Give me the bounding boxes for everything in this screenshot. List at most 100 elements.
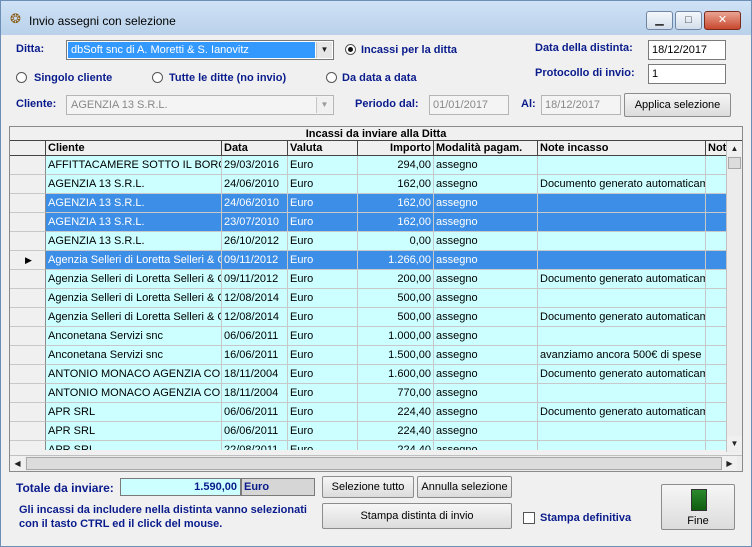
row-indicator[interactable] — [10, 384, 46, 403]
table-row[interactable]: AGENZIA 13 S.R.L. 24/06/2010 Euro 162,00 ass… — [10, 194, 728, 213]
cell-importo[interactable]: 224,40 — [358, 441, 434, 450]
cell-valuta[interactable]: Euro — [288, 156, 358, 175]
scroll-right-icon[interactable]: ▶ — [722, 456, 737, 471]
cell-note[interactable] — [538, 251, 706, 270]
fine-button[interactable]: Fine — [661, 484, 735, 530]
cell-modalita[interactable]: assegno — [434, 422, 538, 441]
periodo-al-field[interactable]: 18/12/2017 — [541, 95, 621, 115]
cell-modalita[interactable]: assegno — [434, 175, 538, 194]
cell-importo[interactable]: 162,00 — [358, 213, 434, 232]
cell-note[interactable] — [538, 289, 706, 308]
cell-modalita[interactable]: assegno — [434, 194, 538, 213]
cell-cliente[interactable]: ANTONIO MONACO AGENZIA COMM — [46, 384, 222, 403]
header-data[interactable]: Data — [222, 141, 288, 156]
cell-importo[interactable]: 162,00 — [358, 194, 434, 213]
cell-note2[interactable] — [706, 384, 728, 403]
cell-data[interactable]: 18/11/2004 — [222, 384, 288, 403]
row-indicator[interactable] — [10, 308, 46, 327]
vertical-scrollbar[interactable]: ▲ ▼ — [726, 141, 742, 452]
cell-cliente[interactable]: ANTONIO MONACO AGENZIA COMM — [46, 365, 222, 384]
row-indicator[interactable] — [10, 327, 46, 346]
table-row[interactable]: ANTONIO MONACO AGENZIA COMM 18/11/2004 Eur… — [10, 365, 728, 384]
row-indicator[interactable] — [10, 289, 46, 308]
cell-valuta[interactable]: Euro — [288, 327, 358, 346]
table-row[interactable]: Agenzia Selleri di Loretta Selleri & C. 1… — [10, 289, 728, 308]
maximize-button[interactable]: □ — [675, 11, 702, 30]
cell-note2[interactable] — [706, 403, 728, 422]
cell-importo[interactable]: 500,00 — [358, 308, 434, 327]
cell-cliente[interactable]: Agenzia Selleri di Loretta Selleri & C. — [46, 308, 222, 327]
cell-note[interactable] — [538, 327, 706, 346]
cell-valuta[interactable]: Euro — [288, 251, 358, 270]
header-note[interactable]: Note incasso — [538, 141, 706, 156]
row-indicator[interactable] — [10, 422, 46, 441]
radio-incassi-ditta-label[interactable]: Incassi per la ditta — [361, 44, 457, 56]
cell-importo[interactable]: 1.266,00 — [358, 251, 434, 270]
cell-importo[interactable]: 1.500,00 — [358, 346, 434, 365]
cell-modalita[interactable]: assegno — [434, 156, 538, 175]
cell-note2[interactable] — [706, 327, 728, 346]
table-row[interactable]: Anconetana Servizi snc 06/06/2011 Euro 1.00… — [10, 327, 728, 346]
header-note2[interactable]: Not — [706, 141, 728, 156]
stampa-definitiva-label[interactable]: Stampa definitiva — [540, 512, 631, 524]
cell-valuta[interactable]: Euro — [288, 422, 358, 441]
table-row[interactable]: Agenzia Selleri di Loretta Selleri & C. 0… — [10, 270, 728, 289]
scroll-left-icon[interactable]: ◀ — [10, 456, 25, 471]
cell-valuta[interactable]: Euro — [288, 194, 358, 213]
ditta-combo[interactable]: dbSoft snc di A. Moretti & S. Ianovitz ▼ — [66, 40, 334, 60]
cell-note[interactable] — [538, 213, 706, 232]
header-modalita[interactable]: Modalità pagam. — [434, 141, 538, 156]
cell-cliente[interactable]: APR SRL — [46, 422, 222, 441]
cell-data[interactable]: 09/11/2012 — [222, 251, 288, 270]
cell-modalita[interactable]: assegno — [434, 251, 538, 270]
table-row[interactable]: ANTONIO MONACO AGENZIA COMM 18/11/2004 Eur… — [10, 384, 728, 403]
cell-note[interactable] — [538, 156, 706, 175]
header-importo[interactable]: Importo — [358, 141, 434, 156]
cell-data[interactable]: 24/06/2010 — [222, 194, 288, 213]
cell-data[interactable]: 26/10/2012 — [222, 232, 288, 251]
radio-singolo-cliente-label[interactable]: Singolo cliente — [34, 72, 112, 84]
cell-note2[interactable] — [706, 156, 728, 175]
cell-importo[interactable]: 224,40 — [358, 422, 434, 441]
cell-valuta[interactable]: Euro — [288, 441, 358, 450]
cliente-combo[interactable]: AGENZIA 13 S.R.L. ▼ — [66, 95, 334, 115]
chevron-down-icon[interactable]: ▼ — [316, 42, 332, 58]
cell-data[interactable]: 22/08/2011 — [222, 441, 288, 450]
cell-importo[interactable]: 500,00 — [358, 289, 434, 308]
cell-note[interactable]: Documento generato automaticamente — [538, 365, 706, 384]
cell-valuta[interactable]: Euro — [288, 384, 358, 403]
row-indicator[interactable] — [10, 346, 46, 365]
scroll-down-icon[interactable]: ▼ — [727, 436, 742, 451]
radio-tutte-ditte[interactable] — [152, 72, 163, 83]
cell-note2[interactable] — [706, 175, 728, 194]
cell-modalita[interactable]: assegno — [434, 346, 538, 365]
cell-data[interactable]: 06/06/2011 — [222, 403, 288, 422]
cell-modalita[interactable]: assegno — [434, 327, 538, 346]
radio-tutte-ditte-label[interactable]: Tutte le ditte (no invio) — [169, 72, 286, 84]
cell-importo[interactable]: 200,00 — [358, 270, 434, 289]
cell-modalita[interactable]: assegno — [434, 365, 538, 384]
cell-note[interactable] — [538, 194, 706, 213]
cell-note[interactable]: Documento generato automaticamente — [538, 403, 706, 422]
row-indicator[interactable] — [10, 232, 46, 251]
horizontal-scrollbar[interactable]: ◀ ▶ — [10, 455, 742, 471]
table-row[interactable]: AGENZIA 13 S.R.L. 23/07/2010 Euro 162,00 ass… — [10, 213, 728, 232]
chevron-down-icon[interactable]: ▼ — [316, 97, 332, 113]
header-valuta[interactable]: Valuta — [288, 141, 358, 156]
row-indicator[interactable] — [10, 270, 46, 289]
table-row[interactable]: ▶ Agenzia Selleri di Loretta Selleri & C.… — [10, 251, 728, 270]
row-indicator[interactable] — [10, 213, 46, 232]
cell-modalita[interactable]: assegno — [434, 384, 538, 403]
header-cliente[interactable]: Cliente — [46, 141, 222, 156]
cell-modalita[interactable]: assegno — [434, 213, 538, 232]
cell-cliente[interactable]: APR SRL — [46, 441, 222, 450]
cell-note2[interactable] — [706, 270, 728, 289]
applica-selezione-button[interactable]: Applica selezione — [624, 93, 731, 117]
cell-cliente[interactable]: Agenzia Selleri di Loretta Selleri & C. — [46, 289, 222, 308]
cell-data[interactable]: 24/06/2010 — [222, 175, 288, 194]
cell-importo[interactable]: 770,00 — [358, 384, 434, 403]
cell-valuta[interactable]: Euro — [288, 289, 358, 308]
vertical-scroll-thumb[interactable] — [728, 157, 741, 169]
cell-note2[interactable] — [706, 365, 728, 384]
title-bar[interactable]: ❂ Invio assegni con selezione ▁ □ ✕ — [1, 1, 751, 35]
